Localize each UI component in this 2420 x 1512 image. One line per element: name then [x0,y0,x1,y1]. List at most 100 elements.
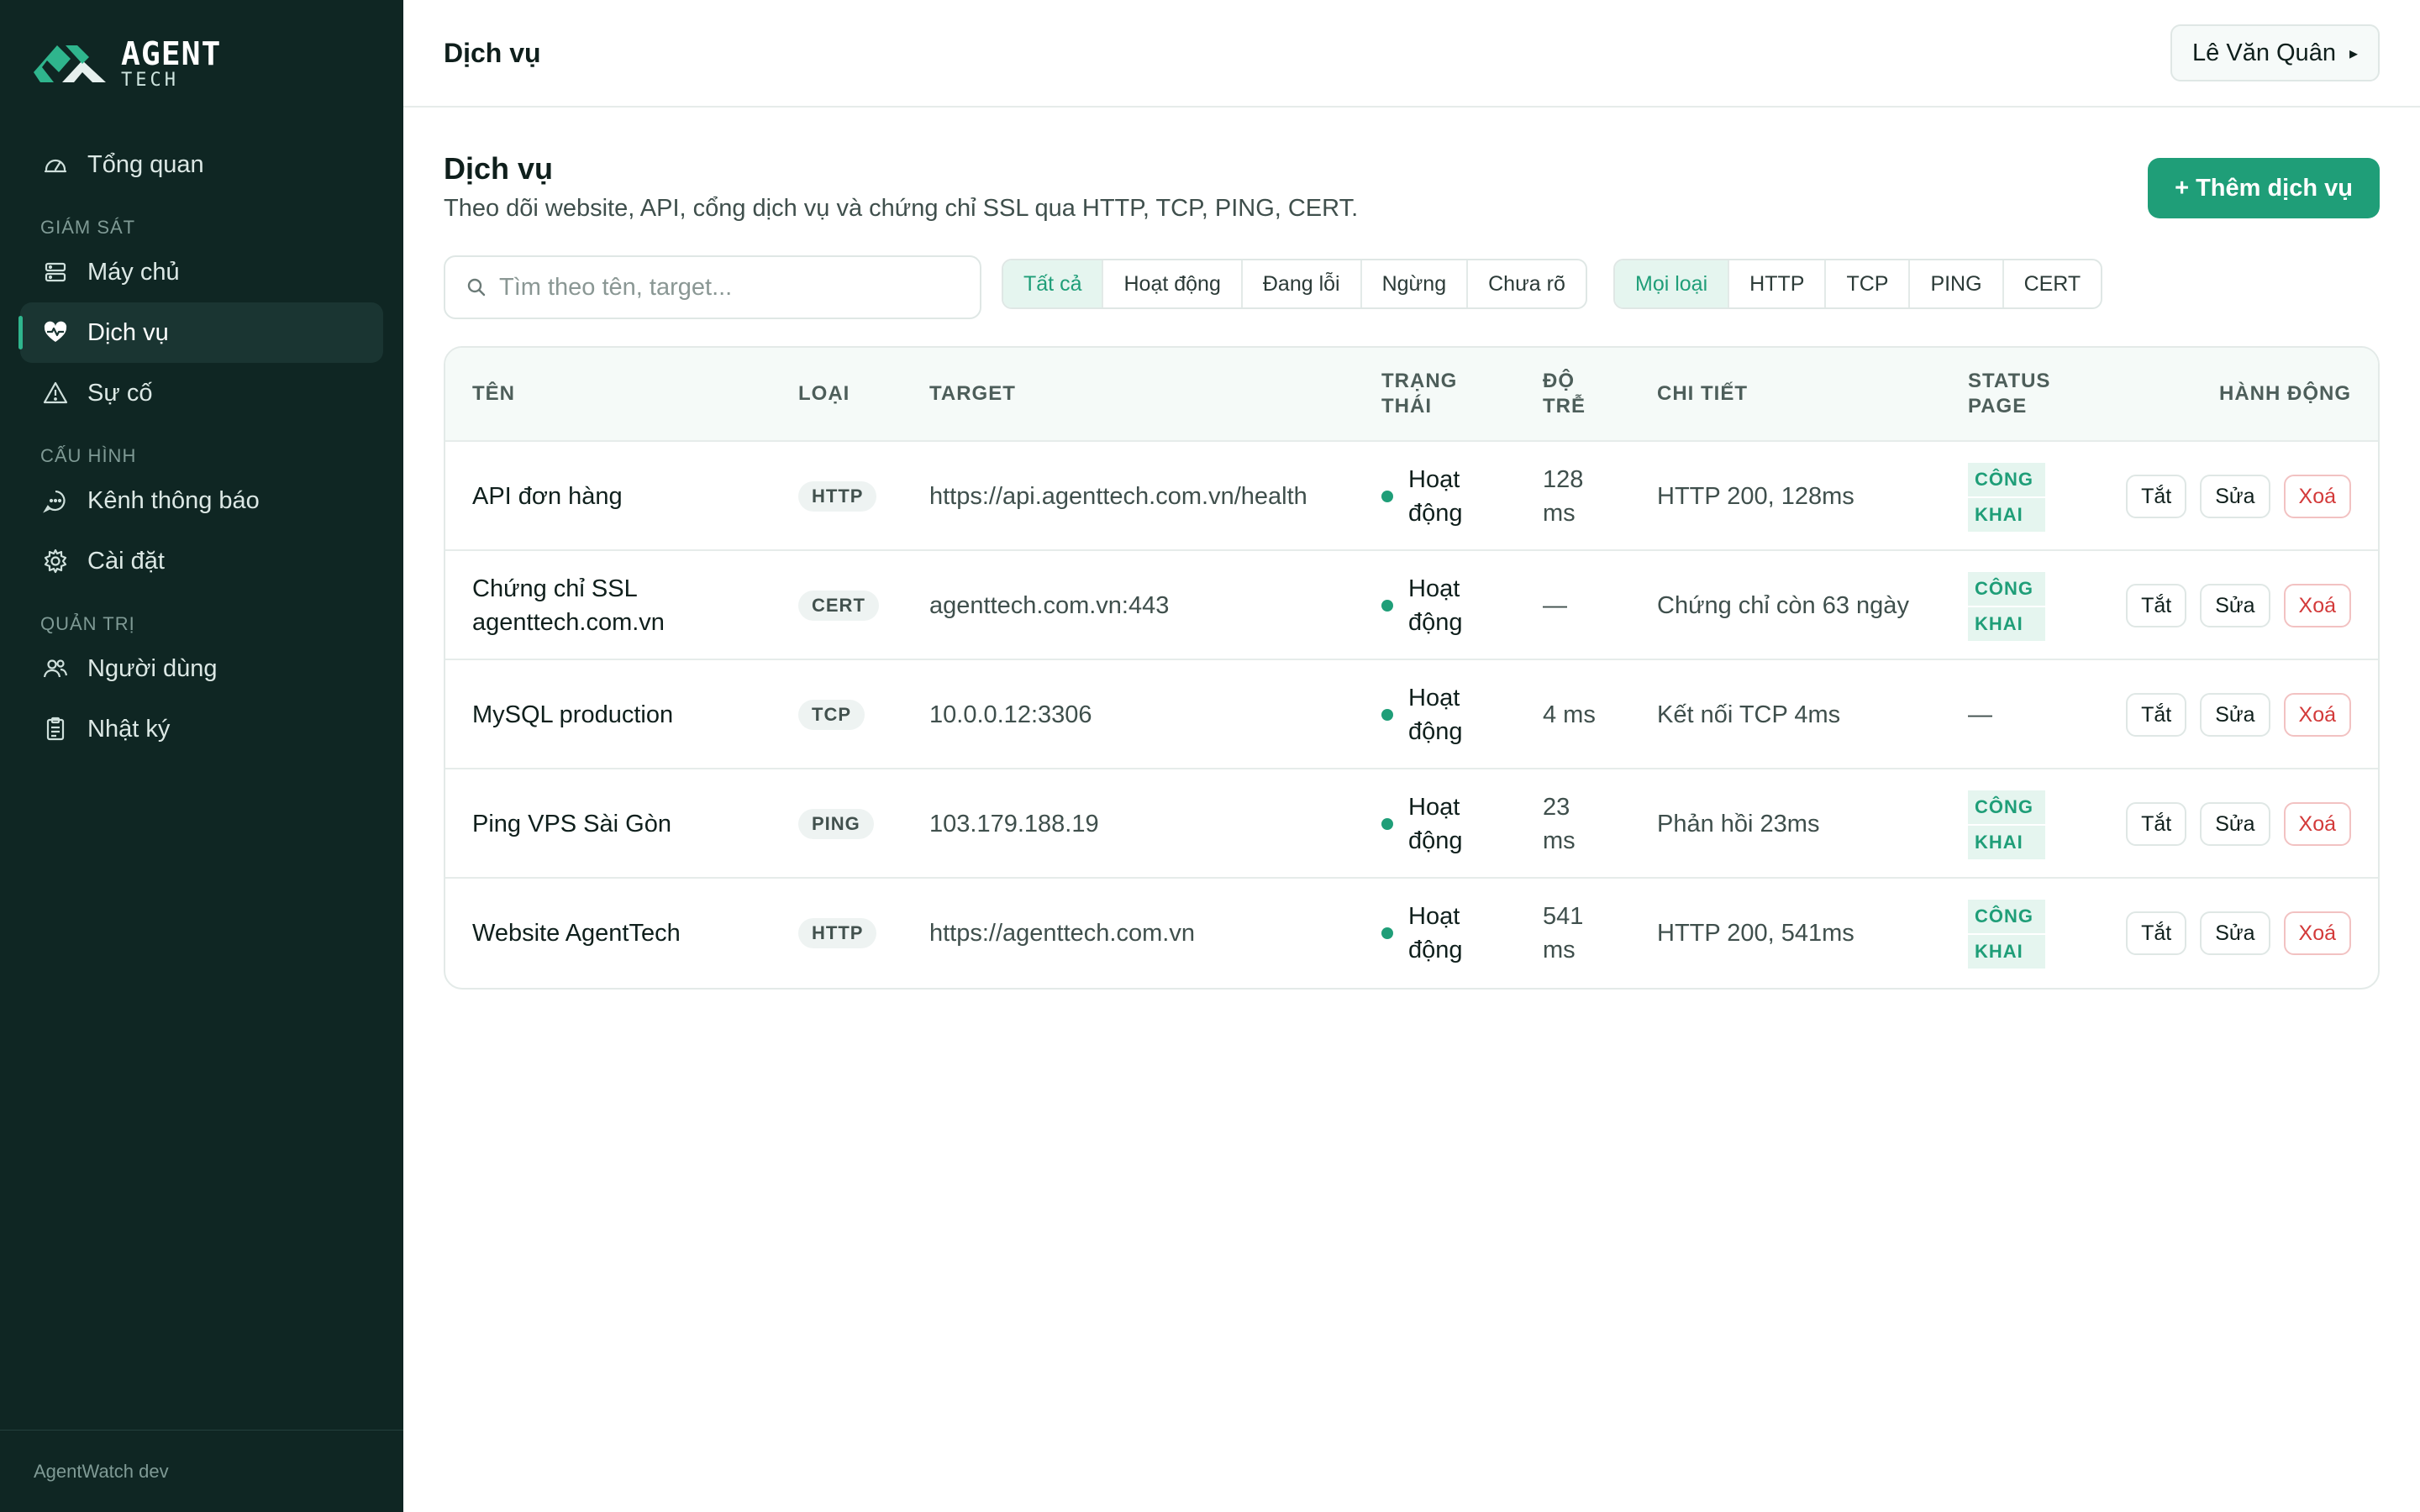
disable-button[interactable]: Tắt [2126,584,2187,627]
status-page-cell: — [1968,660,1992,769]
delete-button[interactable]: Xoá [2283,693,2351,737]
status-dot-icon [1381,818,1393,830]
add-service-button[interactable]: + Thêm dịch vụ [2148,158,2380,218]
status-filter-option[interactable]: Hoạt động [1103,260,1243,307]
type-filter-option[interactable]: PING [1910,260,2004,307]
public-badge-line1: CÔNG [1968,463,2045,496]
service-name[interactable]: MySQL production [472,660,775,769]
type-cell: TCP [798,660,865,769]
actions-cell: Tắt Sửa Xoá [2126,769,2351,879]
column-header-status[interactable]: TRẠNG THÁI [1381,369,1457,419]
delete-button[interactable]: Xoá [2283,802,2351,846]
type-cell: HTTP [798,442,877,551]
column-header-detail[interactable]: CHI TIẾT [1657,381,1748,407]
heart-pulse-icon [40,318,71,348]
status-line1: Hoạt [1408,466,1460,493]
type-badge: CERT [798,591,879,621]
latency-line1: 23 [1543,794,1570,821]
filter-bar: Tất cảHoạt độngĐang lỗiNgừngChưa rõ Mọi … [444,255,2380,339]
sidebar-item-settings[interactable]: Cài đặt [20,531,383,591]
service-name-line1: Website AgentTech [472,920,681,947]
status-cell: Hoạt động [1381,442,1524,551]
disable-button[interactable]: Tắt [2126,475,2187,518]
status-filter-option[interactable]: Chưa rõ [1468,260,1586,307]
public-badge-line2: KHAI [1968,826,2045,859]
service-name[interactable]: Website AgentTech [472,879,775,988]
service-name-line2: agenttech.com.vn [472,609,665,636]
latency-line2: ms [1543,937,1576,963]
disable-button[interactable]: Tắt [2126,693,2187,737]
search-input[interactable] [499,273,970,302]
table-row[interactable]: MySQL production TCP 10.0.0.12:3306 Hoạt… [445,660,2378,769]
latency-line2: ms [1543,827,1576,854]
delete-button[interactable]: Xoá [2283,584,2351,627]
sidebar-footer: AgentWatch dev [0,1430,403,1512]
services-table: TÊN LOẠI TARGET TRẠNG THÁI ĐỘ TRỄ CHI TI… [444,346,2380,990]
status-page-cell: CÔNG KHAI [1968,879,2045,988]
detail-cell: Chứng chỉ còn 63 ngày [1657,592,1909,619]
sidebar-item-servers[interactable]: Máy chủ [20,242,383,302]
delete-button[interactable]: Xoá [2283,911,2351,955]
status-filter-option[interactable]: Tất cả [1003,260,1104,307]
public-badge-line2: KHAI [1968,935,2045,969]
search-box[interactable] [444,255,981,319]
sidebar-item-overview[interactable]: Tổng quan [20,134,383,195]
column-header-target[interactable]: TARGET [929,381,1016,407]
table-row[interactable]: API đơn hàng HTTP https://api.agenttech.… [445,442,2378,551]
type-badge: HTTP [798,481,877,512]
service-name-line1: MySQL production [472,701,674,728]
column-header-type[interactable]: LOẠI [798,381,850,407]
service-name-line1: Chứng chỉ SSL [472,575,638,602]
edit-button[interactable]: Sửa [2200,584,2270,627]
nav-section-admin: QUẢN TRỊ [40,613,135,634]
latency-line1: 4 ms [1543,701,1596,728]
service-name[interactable]: API đơn hàng [472,442,775,551]
public-badge-line2: KHAI [1968,498,2045,532]
edit-button[interactable]: Sửa [2200,911,2270,955]
latency-cell: 4 ms [1543,660,1635,769]
column-header-actions: HÀNH ĐỘNG [2219,382,2351,405]
column-header-status-page[interactable]: STATUS PAGE [1968,369,2050,419]
sidebar-item-users[interactable]: Người dùng [20,638,383,699]
status-line1: Hoạt [1408,903,1460,930]
actions-cell: Tắt Sửa Xoá [2126,660,2351,769]
user-name: Lê Văn Quân [2192,39,2336,66]
sidebar-item-logs[interactable]: Nhật ký [20,699,383,759]
edit-button[interactable]: Sửa [2200,475,2270,518]
column-header-latency-l2: TRỄ [1543,395,1586,417]
main-content: Dịch vụ Theo dõi website, API, cổng dịch… [444,108,2380,990]
type-filter: Mọi loại HTTP TCP PING CERT [1613,259,2103,309]
table-row[interactable]: Ping VPS Sài Gòn PING 103.179.188.19 Hoạ… [445,769,2378,879]
type-filter-option[interactable]: HTTP [1729,260,1827,307]
user-menu-button[interactable]: Lê Văn Quân ▸ [2170,24,2380,81]
status-dot-icon [1381,927,1393,939]
status-line2: động [1408,937,1463,963]
status-cell: Hoạt động [1381,879,1524,988]
status-filter-option[interactable]: Ngừng [1362,260,1469,307]
service-name[interactable]: Ping VPS Sài Gòn [472,769,775,879]
service-name[interactable]: Chứng chỉ SSL agenttech.com.vn [472,551,775,660]
type-filter-option[interactable]: CERT [2004,260,2102,307]
disable-button[interactable]: Tắt [2126,802,2187,846]
nav-section-monitoring: GIÁM SÁT [40,217,136,238]
sidebar-item-services[interactable]: Dịch vụ [18,302,383,363]
disable-button[interactable]: Tắt [2126,911,2187,955]
column-header-page-l2: PAGE [1968,395,2028,417]
sidebar-item-channels[interactable]: Kênh thông báo [20,470,383,531]
type-filter-option[interactable]: Mọi loại [1615,260,1730,307]
brand-logo[interactable]: AGENT TECH [34,37,221,91]
edit-button[interactable]: Sửa [2200,693,2270,737]
table-row[interactable]: Website AgentTech HTTP https://agenttech… [445,879,2378,988]
status-filter-option[interactable]: Đang lỗi [1243,260,1362,307]
edit-button[interactable]: Sửa [2200,802,2270,846]
target-cell: 103.179.188.19 [929,811,1099,837]
type-filter-option[interactable]: TCP [1826,260,1911,307]
delete-button[interactable]: Xoá [2283,475,2351,518]
clipboard-icon [40,714,71,744]
column-header-latency[interactable]: ĐỘ TRỄ [1543,369,1586,419]
table-row[interactable]: Chứng chỉ SSL agenttech.com.vn CERT agen… [445,551,2378,660]
column-header-name[interactable]: TÊN [472,381,515,407]
column-header-latency-l1: ĐỘ [1543,370,1575,392]
sidebar-item-incidents[interactable]: Sự cố [20,363,383,423]
page-title: Dịch vụ [444,151,554,186]
